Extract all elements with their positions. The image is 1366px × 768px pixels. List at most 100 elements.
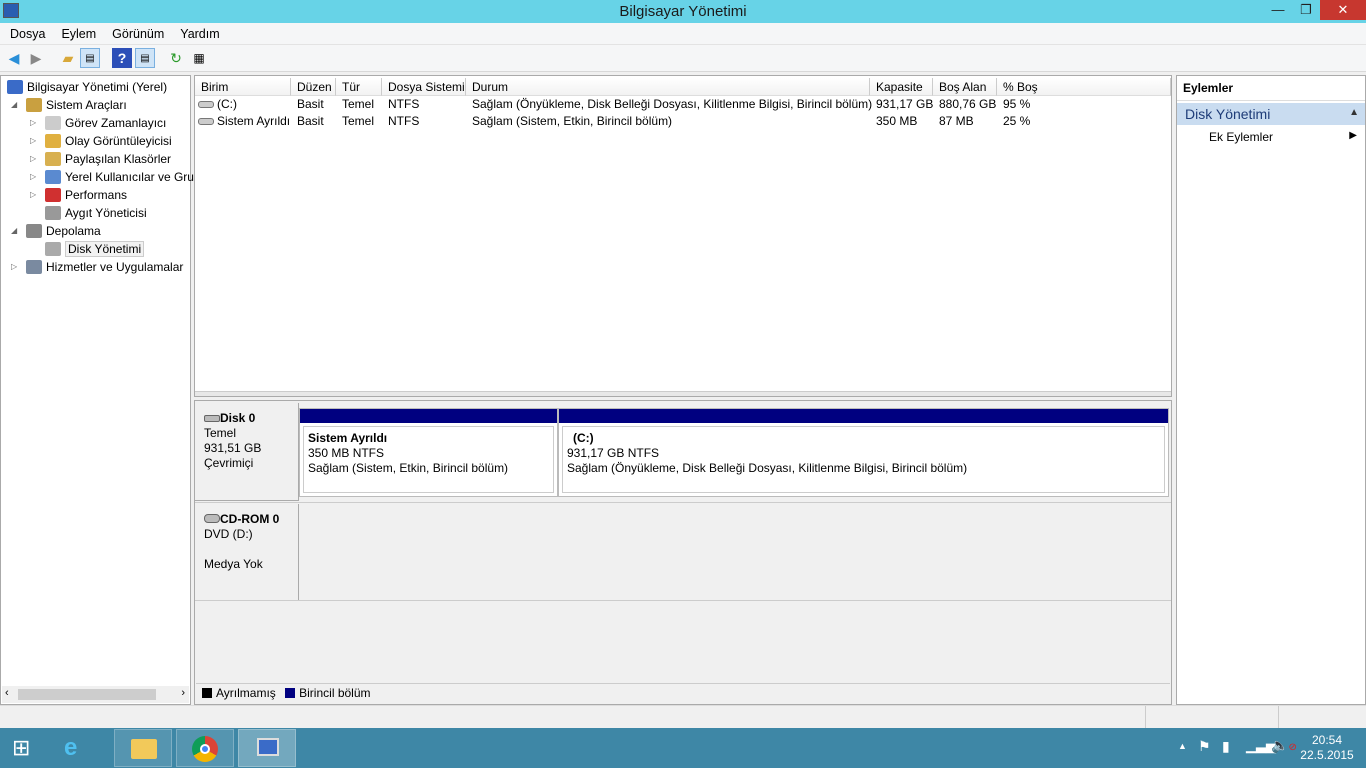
show-hide-action-pane-icon[interactable]: ▤: [135, 48, 155, 68]
properties-icon[interactable]: ▦: [189, 48, 209, 68]
taskbar-computer-management[interactable]: [238, 729, 296, 767]
column-header[interactable]: Dosya Sistemi: [382, 78, 466, 96]
tree-item-label: Performans: [65, 188, 128, 202]
clock[interactable]: 20:54 22.5.2015: [1296, 733, 1358, 763]
scroll-left-icon[interactable]: ‹: [5, 687, 9, 699]
disk-size: 931,51 GB: [204, 441, 262, 455]
cdrom-0-label[interactable]: CD-ROM 0 DVD (D:) Medya Yok: [195, 504, 299, 601]
column-header[interactable]: Boş Alan: [933, 78, 997, 96]
tree-item[interactable]: Disk Yönetimi: [45, 240, 145, 258]
column-header[interactable]: Durum: [466, 78, 870, 96]
tree-item[interactable]: Olay Görüntüleyicisi: [45, 132, 172, 150]
disk-status: Medya Yok: [204, 557, 263, 571]
taskbar-chrome[interactable]: [176, 729, 234, 767]
disk-icon: [204, 415, 220, 422]
services-icon: [26, 260, 42, 274]
maximize-button[interactable]: ❐: [1292, 0, 1320, 20]
partition-status: Sağlam (Önyükleme, Disk Belleği Dosyası,…: [567, 461, 968, 475]
tree-item[interactable]: Görev Zamanlayıcı: [45, 114, 166, 132]
column-header[interactable]: Birim: [195, 78, 291, 96]
tree-item[interactable]: Paylaşılan Klasörler: [45, 150, 171, 168]
cdrom-icon: [204, 514, 220, 523]
taskbar: ⊞ e ▲ ⚑ ▮ ▁▃▅ 🔈⊘ 20:54 22.5.2015: [0, 728, 1366, 768]
column-header[interactable]: Tür: [336, 78, 382, 96]
tree-item[interactable]: Yerel Kullanıcılar ve Gru: [45, 168, 194, 186]
menu-yardim[interactable]: Yardım: [172, 23, 227, 45]
submenu-arrow-icon: ▶: [1349, 130, 1357, 141]
forward-arrow-icon[interactable]: ▶: [26, 48, 46, 68]
disk-graphical-view: Disk 0 Temel 931,51 GB Çevrimiçi Sistem …: [194, 400, 1172, 705]
expand-toggle-icon[interactable]: ◢: [11, 100, 17, 109]
tree-item[interactable]: Hizmetler ve Uygulamalar: [26, 258, 183, 276]
start-windows-icon[interactable]: ⊞: [12, 737, 30, 759]
tree-horizontal-scrollbar[interactable]: ‹ ›: [2, 686, 189, 703]
menu-eylem[interactable]: Eylem: [53, 23, 104, 45]
tree-item[interactable]: Bilgisayar Yönetimi (Yerel): [7, 78, 167, 96]
column-header[interactable]: Düzen: [291, 78, 336, 96]
menu-gorunum[interactable]: Görünüm: [104, 23, 172, 45]
scroll-right-icon[interactable]: ›: [181, 687, 185, 699]
section-label: Disk Yönetimi: [1185, 106, 1271, 122]
volume-list: Birim Düzen Tür Dosya Sistemi Durum Kapasite B…: [194, 75, 1172, 397]
action-label: Ek Eylemler: [1209, 130, 1274, 144]
table-row[interactable]: Sistem Ayrıldı Basit Temel NTFS Sağlam (Sist…: [195, 113, 1171, 130]
legend-primary: Birincil bölüm: [299, 686, 371, 700]
back-arrow-icon[interactable]: ◀: [4, 48, 24, 68]
action-center-flag-icon[interactable]: ⚑: [1198, 738, 1211, 755]
disk-0-label[interactable]: Disk 0 Temel 931,51 GB Çevrimiçi: [195, 403, 299, 501]
table-cell: Basit: [297, 97, 324, 111]
show-hidden-icons-icon[interactable]: ▲: [1178, 741, 1187, 751]
show-hide-tree-icon[interactable]: ▤: [80, 48, 100, 68]
column-header[interactable]: % Boş: [997, 78, 1171, 96]
column-header[interactable]: Kapasite: [870, 78, 933, 96]
splitter[interactable]: [195, 391, 1171, 396]
actions-section-disk-management[interactable]: Disk Yönetimi ▲: [1177, 103, 1365, 125]
expand-toggle-icon[interactable]: ◢: [11, 226, 17, 235]
expand-toggle-icon[interactable]: ▷: [11, 262, 17, 271]
disk-type: DVD (D:): [204, 527, 253, 541]
clock-time: 20:54: [1311, 733, 1343, 747]
menu-dosya[interactable]: Dosya: [0, 23, 53, 45]
expand-toggle-icon[interactable]: ▷: [30, 154, 36, 163]
expand-toggle-icon[interactable]: ▷: [30, 118, 36, 127]
partition-system-reserved[interactable]: Sistem Ayrıldı 350 MB NTFS Sağlam (Sistem,…: [299, 408, 558, 497]
table-cell: 87 MB: [939, 114, 974, 128]
partition-c[interactable]: (C:) 931,17 GB NTFS Sağlam (Önyükleme, Dis…: [558, 408, 1169, 497]
tree-item[interactable]: Performans: [45, 186, 127, 204]
expand-toggle-icon[interactable]: ▷: [30, 136, 36, 145]
tree-item[interactable]: Sistem Araçları: [26, 96, 127, 114]
volume-icon: [198, 118, 214, 125]
menu-bar: Dosya Eylem Görünüm Yardım: [0, 23, 1366, 45]
table-cell: Sağlam (Sistem, Etkin, Birincil bölüm): [472, 114, 673, 128]
collapse-icon[interactable]: ▲: [1349, 107, 1359, 118]
tree-item-label: Bilgisayar Yönetimi (Yerel): [27, 80, 168, 94]
partition-bar: [559, 409, 1168, 423]
up-folder-icon[interactable]: ▰: [58, 48, 78, 68]
shared-folder-icon: [45, 152, 61, 166]
expand-toggle-icon[interactable]: ▷: [30, 172, 36, 181]
table-cell: NTFS: [388, 114, 420, 128]
legend: Ayrılmamış Birincil bölüm: [196, 683, 1170, 703]
tools-icon: [26, 98, 42, 112]
toolbar: ◀ ▶ ▰ ▤ ? ▤ ↻ ▦: [0, 45, 1366, 72]
expand-toggle-icon[interactable]: ▷: [30, 190, 36, 199]
internet-explorer-icon[interactable]: e: [64, 734, 77, 762]
tree-item[interactable]: Aygıt Yöneticisi: [45, 204, 147, 222]
taskbar-file-explorer[interactable]: [114, 729, 172, 767]
refresh-icon[interactable]: ↻: [166, 48, 186, 68]
action-more-actions[interactable]: Ek Eylemler ▶: [1177, 125, 1365, 149]
legend-unallocated: Ayrılmamış: [216, 686, 276, 700]
disk-name: Disk 0: [220, 411, 256, 425]
close-button[interactable]: ✕: [1320, 0, 1366, 20]
help-icon[interactable]: ?: [112, 48, 132, 68]
minimize-button[interactable]: —: [1264, 0, 1292, 20]
battery-icon[interactable]: ▮: [1222, 738, 1230, 755]
table-cell: Temel: [342, 114, 375, 128]
scrollbar-thumb[interactable]: [18, 689, 156, 700]
table-row[interactable]: (C:) Basit Temel NTFS Sağlam (Önyükleme, Dis…: [195, 96, 1171, 113]
table-cell: Basit: [297, 114, 324, 128]
tree-item[interactable]: Depolama: [26, 222, 101, 240]
status-bar: [0, 705, 1366, 728]
disk-type: Temel: [204, 426, 237, 440]
volume-muted-icon[interactable]: 🔈⊘: [1271, 737, 1297, 754]
